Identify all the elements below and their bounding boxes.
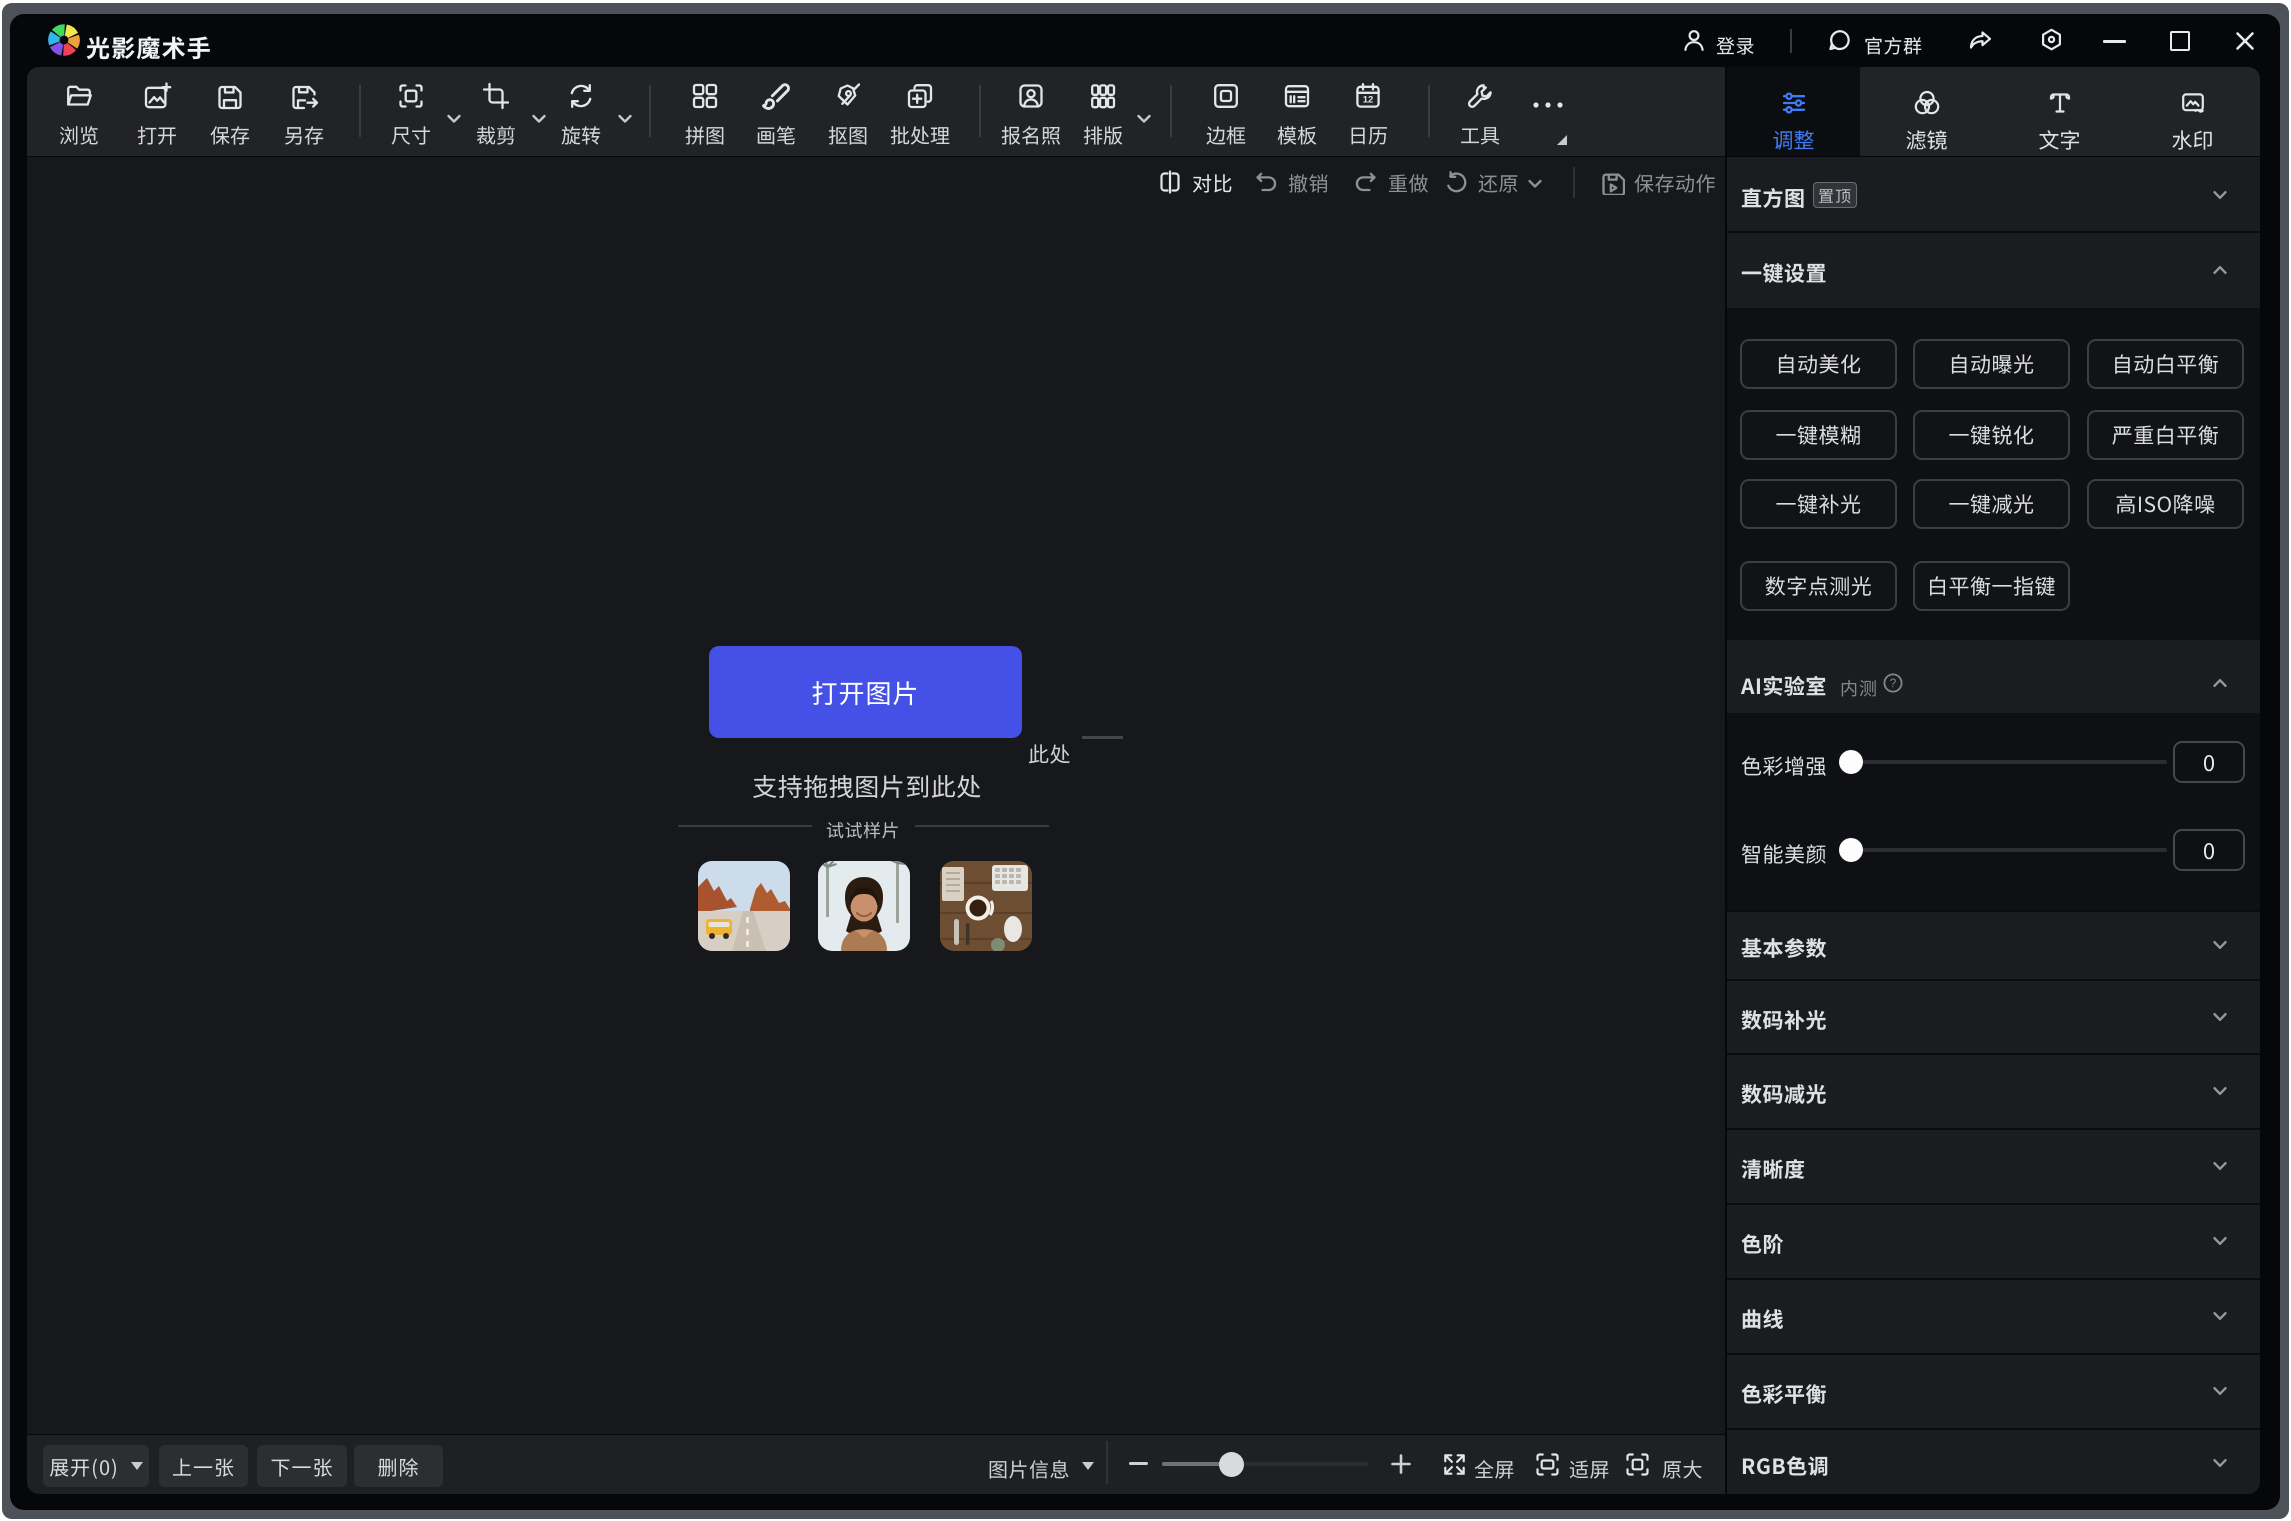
svg-text:?: ?: [1890, 676, 1897, 690]
svg-text:12: 12: [1363, 95, 1374, 106]
